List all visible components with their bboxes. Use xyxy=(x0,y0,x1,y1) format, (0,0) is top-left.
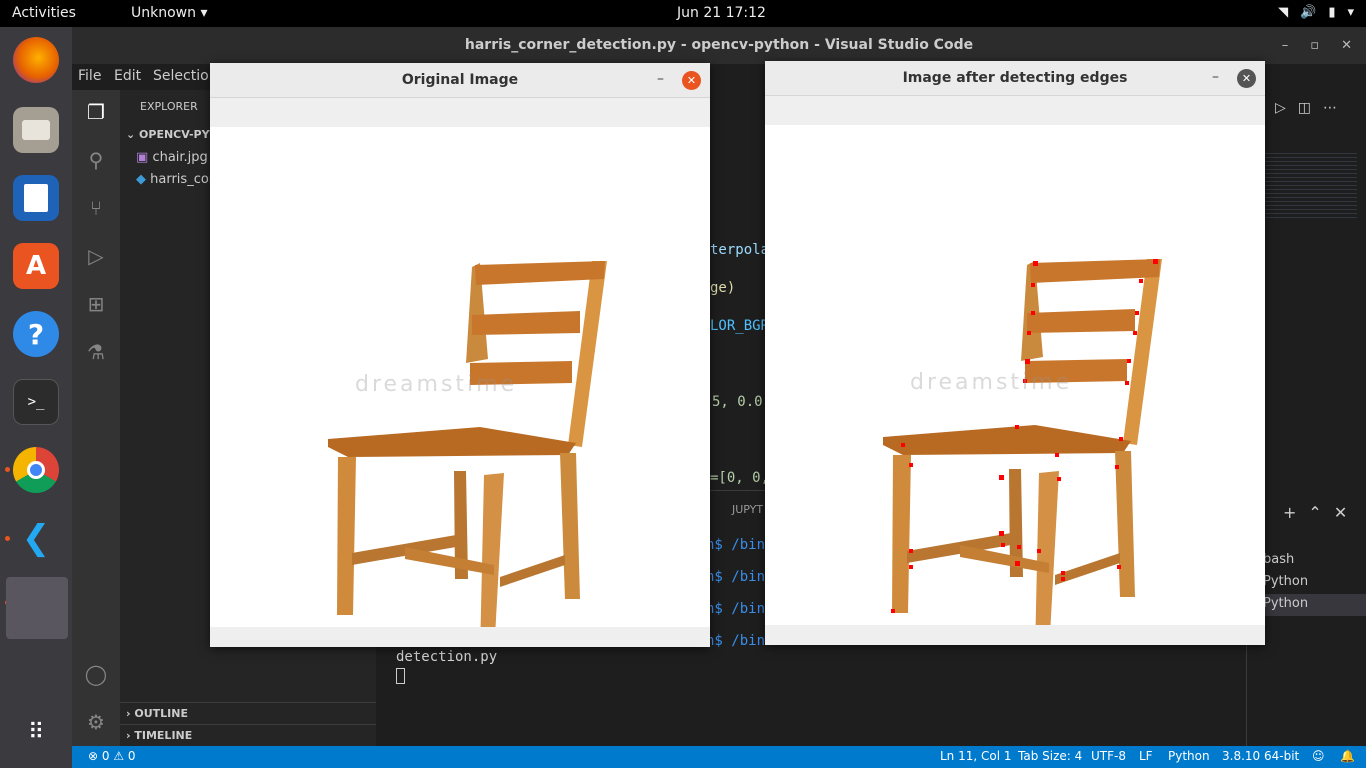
wifi-icon: ◥ xyxy=(1278,5,1289,20)
feedback-icon[interactable]: ☺ xyxy=(1312,749,1325,763)
file-item[interactable]: ▣ chair.jpg xyxy=(136,150,208,165)
dock: A ? >_ ❮ ⠿ xyxy=(0,27,72,768)
code-line: 5, 0.0 xyxy=(712,394,763,410)
status-bar: ⊗ 0 ⚠ 0 Ln 11, Col 1 Tab Size: 4 UTF-8 L… xyxy=(72,746,1366,768)
running-app-icon[interactable] xyxy=(6,577,68,639)
close-button[interactable]: ✕ xyxy=(1237,69,1256,88)
explorer-header: EXPLORER xyxy=(140,100,198,113)
window-title: Original Image xyxy=(210,63,710,98)
window-title: Image after detecting edges xyxy=(765,61,1265,96)
minimize-button[interactable]: – xyxy=(1212,69,1219,85)
split-editor-icon[interactable]: ◫ xyxy=(1298,100,1311,116)
cursor-position[interactable]: Ln 11, Col 1 xyxy=(940,749,1012,763)
terminal-cursor xyxy=(396,668,405,684)
close-button[interactable]: ✕ xyxy=(682,71,701,90)
terminal-line: n$ /bin xyxy=(706,569,766,585)
writer-icon[interactable] xyxy=(13,175,59,221)
volume-icon: 🔊 xyxy=(1300,5,1317,20)
search-icon[interactable]: ⚲ xyxy=(84,148,108,172)
edges-image-window: Image after detecting edges – ✕ dreamsti… xyxy=(765,61,1265,645)
encoding[interactable]: UTF-8 xyxy=(1091,749,1126,763)
terminal-list-item[interactable]: Python xyxy=(1263,574,1308,589)
activity-bar: ❐ ⚲ ⑂ ▷ ⊞ ⚗ ◯ ⚙ xyxy=(72,90,120,746)
problems-status[interactable]: ⊗ 0 ⚠ 0 xyxy=(88,749,136,763)
source-control-icon[interactable]: ⑂ xyxy=(84,196,108,220)
app-menu[interactable]: Unknown ▾ xyxy=(131,5,207,21)
firefox-icon[interactable] xyxy=(13,37,59,83)
terminal-line: n$ /bin xyxy=(706,537,766,553)
chair-shape xyxy=(328,261,607,627)
original-image-window: Original Image – ✕ dreamstime xyxy=(210,63,710,647)
language-mode[interactable]: Python xyxy=(1168,749,1210,763)
minimize-button[interactable]: – xyxy=(657,71,664,87)
files-icon[interactable] xyxy=(13,107,59,153)
timeline-section[interactable]: › TIMELINE xyxy=(120,724,376,746)
corner-detection-image: dreamstime xyxy=(765,125,1265,625)
close-button[interactable]: ✕ xyxy=(1341,27,1352,64)
more-icon[interactable]: ⋯ xyxy=(1323,100,1337,116)
chair-image: dreamstime xyxy=(210,127,710,627)
code-line: ge) xyxy=(710,280,736,296)
tab-size[interactable]: Tab Size: 4 xyxy=(1018,749,1082,763)
code-line: LOR_BGR xyxy=(710,318,770,334)
run-debug-icon[interactable]: ▷ xyxy=(84,244,108,268)
watermark: dreamstime xyxy=(355,372,518,397)
menu-edit[interactable]: Edit xyxy=(114,68,141,84)
menu-selection[interactable]: Selectio xyxy=(153,68,209,84)
activities-button[interactable]: Activities xyxy=(12,5,76,21)
close-panel-icon[interactable]: ✕ xyxy=(1334,503,1347,522)
help-icon[interactable]: ? xyxy=(13,311,59,357)
chrome-icon[interactable] xyxy=(13,447,59,493)
outline-section[interactable]: › OUTLINE xyxy=(120,702,376,724)
terminal-line: detection.py xyxy=(396,649,498,665)
chevron-down-icon: ▾ xyxy=(1347,5,1354,20)
account-icon[interactable]: ◯ xyxy=(84,662,108,686)
running-indicator xyxy=(5,467,10,472)
minimize-button[interactable]: – xyxy=(1282,27,1289,64)
top-bar: Activities Unknown ▾ Jun 21 17:12 ◥ 🔊 ▮ … xyxy=(0,0,1366,27)
terminal-line: n$ /bin xyxy=(706,633,766,649)
chair-shape xyxy=(883,259,1162,625)
folder-header[interactable]: ⌄ OPENCV-PYT xyxy=(126,128,217,141)
explorer-icon[interactable]: ❐ xyxy=(84,100,108,124)
terminal-line: n$ /bin xyxy=(706,601,766,617)
minimap[interactable] xyxy=(1257,150,1357,220)
running-indicator xyxy=(5,536,10,541)
system-tray[interactable]: ◥ 🔊 ▮ ▾ xyxy=(1278,5,1354,20)
testing-icon[interactable]: ⚗ xyxy=(84,340,108,364)
battery-icon: ▮ xyxy=(1328,5,1336,20)
watermark: dreamstime xyxy=(910,370,1073,395)
gear-icon[interactable]: ⚙ xyxy=(84,710,108,734)
maximize-button[interactable]: ▫ xyxy=(1310,27,1319,64)
window-title-bar: harris_corner_detection.py - opencv-pyth… xyxy=(72,27,1366,64)
chevron-up-icon[interactable]: ⌃ xyxy=(1308,503,1321,522)
window-title: harris_corner_detection.py - opencv-pyth… xyxy=(464,37,974,53)
terminal-list-item[interactable]: bash xyxy=(1263,552,1294,567)
code-line: terpola xyxy=(710,242,770,258)
terminal-icon[interactable]: >_ xyxy=(13,379,59,425)
clock[interactable]: Jun 21 17:12 xyxy=(677,5,766,21)
panel-tab[interactable]: JUPYT xyxy=(732,503,763,516)
interpreter[interactable]: 3.8.10 64-bit xyxy=(1222,749,1299,763)
file-item[interactable]: ◆ harris_cor xyxy=(136,172,214,187)
show-apps-icon[interactable]: ⠿ xyxy=(13,709,59,755)
software-icon[interactable]: A xyxy=(13,243,59,289)
vscode-icon[interactable]: ❮ xyxy=(13,515,59,561)
bell-icon[interactable]: 🔔 xyxy=(1340,749,1355,763)
extensions-icon[interactable]: ⊞ xyxy=(84,292,108,316)
run-icon[interactable]: ▷ xyxy=(1275,100,1286,116)
new-terminal-icon[interactable]: + xyxy=(1283,503,1296,522)
code-line: =[0, 0, xyxy=(710,470,770,486)
menu-file[interactable]: File xyxy=(78,68,101,84)
eol[interactable]: LF xyxy=(1139,749,1153,763)
